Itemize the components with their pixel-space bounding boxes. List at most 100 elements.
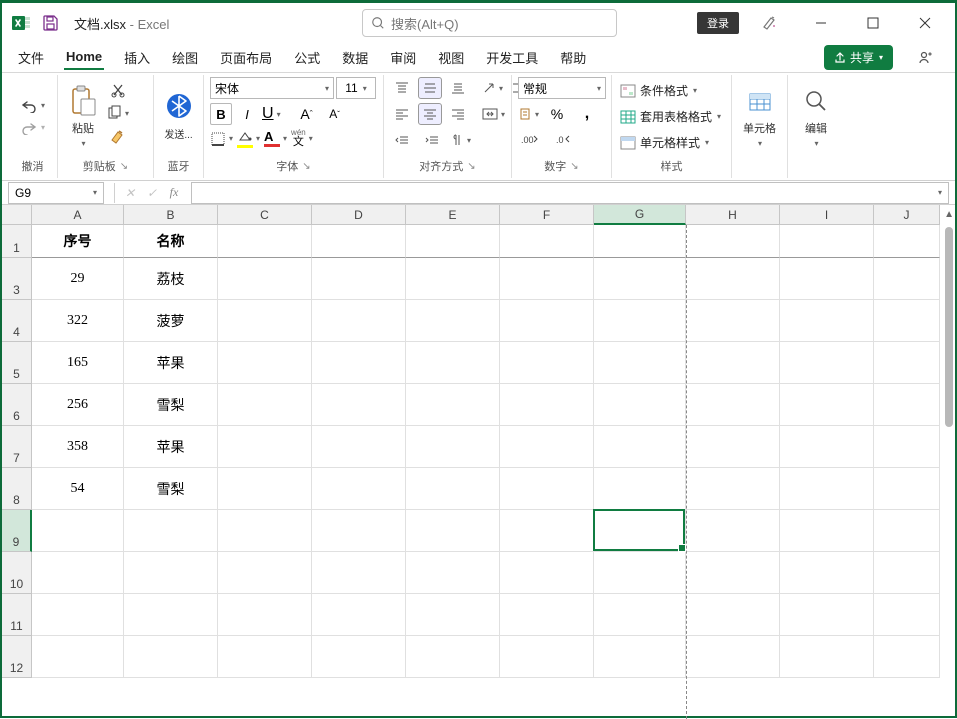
cell[interactable] xyxy=(594,342,686,384)
cell[interactable] xyxy=(312,300,406,342)
cell[interactable] xyxy=(312,342,406,384)
cell[interactable]: 358 xyxy=(32,426,124,468)
cell[interactable] xyxy=(218,510,312,552)
cell[interactable] xyxy=(874,426,940,468)
cell[interactable] xyxy=(406,510,500,552)
cell[interactable] xyxy=(312,636,406,678)
tab-home[interactable]: Home xyxy=(64,45,104,70)
cell[interactable] xyxy=(500,258,594,300)
dialog-launcher-icon[interactable]: ↘ xyxy=(302,161,310,172)
column-header[interactable]: G xyxy=(594,205,686,225)
cell[interactable] xyxy=(124,594,218,636)
cell[interactable] xyxy=(406,258,500,300)
cell[interactable] xyxy=(874,384,940,426)
cell[interactable] xyxy=(780,426,874,468)
share-button[interactable]: 共享 ▾ xyxy=(824,45,893,70)
percent-button[interactable]: % xyxy=(545,103,569,125)
cell[interactable] xyxy=(874,594,940,636)
cell[interactable] xyxy=(312,594,406,636)
cell[interactable] xyxy=(500,384,594,426)
align-middle-button[interactable] xyxy=(418,77,442,99)
insert-function-button[interactable]: fx xyxy=(163,182,185,204)
cell[interactable] xyxy=(500,636,594,678)
cell[interactable] xyxy=(218,552,312,594)
cell[interactable] xyxy=(686,552,780,594)
column-header[interactable]: C xyxy=(218,205,312,225)
cell[interactable] xyxy=(406,594,500,636)
underline-button[interactable]: U▾ xyxy=(262,105,281,123)
save-icon[interactable] xyxy=(40,12,62,34)
rtl-button[interactable]: ▾ xyxy=(450,133,471,147)
bluetooth-send-button[interactable]: 发送... xyxy=(160,77,198,155)
cell[interactable] xyxy=(874,510,940,552)
bold-button[interactable]: B xyxy=(210,103,232,125)
cell[interactable] xyxy=(780,342,874,384)
search-box[interactable]: 搜索(Alt+Q) xyxy=(362,9,617,37)
cell[interactable]: 荔枝 xyxy=(124,258,218,300)
align-bottom-button[interactable] xyxy=(446,77,470,99)
cell[interactable] xyxy=(406,636,500,678)
font-size-select[interactable]: 11▾ xyxy=(336,77,376,99)
cell[interactable] xyxy=(594,468,686,510)
cell[interactable] xyxy=(686,426,780,468)
undo-button[interactable]: ▾ xyxy=(20,99,45,113)
row-header[interactable]: 9 xyxy=(2,510,32,552)
cell[interactable] xyxy=(500,342,594,384)
cell[interactable] xyxy=(874,552,940,594)
cell[interactable] xyxy=(500,552,594,594)
cell[interactable] xyxy=(594,258,686,300)
cells-button[interactable]: 单元格▾ xyxy=(739,77,780,155)
copy-button[interactable]: ▾ xyxy=(106,105,130,121)
conditional-format-button[interactable]: 条件格式▾ xyxy=(618,80,699,102)
cell[interactable] xyxy=(780,510,874,552)
row-header[interactable]: 8 xyxy=(2,468,32,510)
cell[interactable] xyxy=(686,342,780,384)
cell[interactable] xyxy=(32,552,124,594)
cell[interactable] xyxy=(32,594,124,636)
cell[interactable]: 256 xyxy=(32,384,124,426)
cell[interactable] xyxy=(124,510,218,552)
cell[interactable] xyxy=(218,594,312,636)
comma-button[interactable]: , xyxy=(575,103,599,125)
fill-color-button[interactable]: ▾ xyxy=(237,130,260,148)
cell[interactable] xyxy=(874,468,940,510)
cell[interactable] xyxy=(780,225,874,258)
cell[interactable] xyxy=(594,552,686,594)
cell[interactable] xyxy=(686,384,780,426)
tab-data[interactable]: 数据 xyxy=(340,44,370,71)
tab-insert[interactable]: 插入 xyxy=(122,44,152,71)
align-center-button[interactable] xyxy=(418,103,442,125)
cell-styles-button[interactable]: 单元格样式▾ xyxy=(618,132,711,154)
cell[interactable] xyxy=(406,426,500,468)
italic-button[interactable]: I xyxy=(236,103,258,125)
cell[interactable] xyxy=(780,300,874,342)
cell[interactable] xyxy=(874,300,940,342)
tab-draw[interactable]: 绘图 xyxy=(170,44,200,71)
orientation-button[interactable]: ▾ xyxy=(482,81,503,95)
column-header[interactable]: I xyxy=(780,205,874,225)
dialog-launcher-icon[interactable]: ↘ xyxy=(467,161,475,172)
cell[interactable] xyxy=(594,636,686,678)
cell[interactable] xyxy=(594,594,686,636)
increase-indent-button[interactable] xyxy=(420,129,444,151)
cell[interactable] xyxy=(594,426,686,468)
cell[interactable] xyxy=(500,225,594,258)
cell[interactable]: 苹果 xyxy=(124,426,218,468)
number-format-select[interactable]: 常规▾ xyxy=(518,77,606,99)
tab-formulas[interactable]: 公式 xyxy=(292,44,322,71)
column-header[interactable]: A xyxy=(32,205,124,225)
cell[interactable]: 苹果 xyxy=(124,342,218,384)
cell[interactable] xyxy=(500,468,594,510)
cell[interactable] xyxy=(312,552,406,594)
merge-button[interactable]: ▾ xyxy=(482,107,505,121)
borders-button[interactable]: ▾ xyxy=(210,131,233,147)
editing-button[interactable]: 编辑▾ xyxy=(797,77,835,155)
cell[interactable] xyxy=(874,636,940,678)
row-header[interactable]: 10 xyxy=(2,552,32,594)
cell[interactable] xyxy=(780,552,874,594)
cell[interactable] xyxy=(312,258,406,300)
cell[interactable] xyxy=(406,300,500,342)
cell[interactable] xyxy=(218,300,312,342)
cell[interactable] xyxy=(218,468,312,510)
cancel-formula-button[interactable]: ✕ xyxy=(119,182,141,204)
